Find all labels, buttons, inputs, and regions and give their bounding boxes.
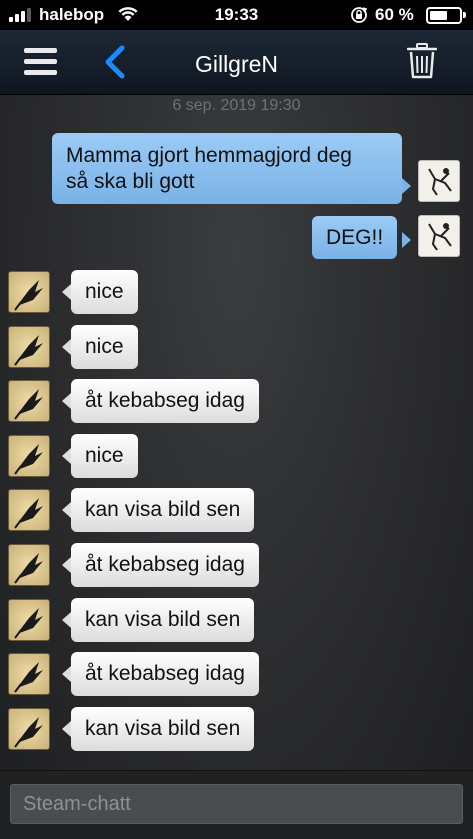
message-text: kan visa bild sen: [85, 717, 241, 740]
battery-percent: 60 %: [375, 5, 414, 24]
bubble-tail: [62, 557, 71, 573]
avatar-bird-icon: [14, 553, 43, 584]
message-text: åt kebabseg idag: [85, 389, 245, 412]
contact-avatar[interactable]: [8, 708, 50, 750]
incoming-message[interactable]: åt kebabseg idag: [71, 543, 259, 587]
outgoing-message[interactable]: Mamma gjort hemmagjord deg så ska bli go…: [52, 133, 402, 204]
avatar-bird-icon: [14, 280, 43, 311]
contact-avatar[interactable]: [8, 489, 50, 531]
bubble-tail: [62, 393, 71, 409]
message-text: kan visa bild sen: [85, 608, 241, 631]
incoming-message[interactable]: kan visa bild sen: [71, 707, 255, 751]
incoming-message[interactable]: åt kebabseg idag: [71, 652, 259, 696]
incoming-message[interactable]: nice: [71, 270, 138, 314]
message-text: nice: [85, 335, 124, 358]
avatar-bird-icon: [14, 662, 43, 693]
rotation-lock-icon: [351, 7, 368, 23]
bubble-tail: [402, 178, 411, 194]
message-text: kan visa bild sen: [85, 498, 241, 521]
contact-avatar[interactable]: [8, 380, 50, 422]
trash-icon[interactable]: [407, 43, 437, 79]
incoming-message[interactable]: nice: [71, 434, 138, 478]
contact-avatar[interactable]: [8, 326, 50, 368]
bubble-tail: [62, 339, 71, 355]
message-text: åt kebabseg idag: [85, 662, 245, 685]
contact-avatar[interactable]: [8, 435, 50, 477]
battery-level: [430, 11, 447, 20]
contact-avatar[interactable]: [8, 599, 50, 641]
battery-icon: [426, 7, 462, 24]
my-avatar[interactable]: [418, 160, 460, 202]
bubble-tail: [402, 232, 411, 248]
contact-avatar[interactable]: [8, 271, 50, 313]
bubble-tail: [62, 721, 71, 737]
contact-avatar[interactable]: [8, 544, 50, 586]
bubble-tail: [62, 666, 71, 682]
message-text: nice: [85, 280, 124, 303]
bubble-tail: [62, 284, 71, 300]
avatar-bird-icon: [14, 444, 43, 475]
incoming-message[interactable]: kan visa bild sen: [71, 488, 255, 532]
incoming-message[interactable]: kan visa bild sen: [71, 598, 255, 642]
contact-avatar[interactable]: [8, 653, 50, 695]
avatar-silhouette-icon: [428, 223, 452, 251]
avatar-bird-icon: [14, 608, 43, 639]
chat-title: GillgreN: [194, 51, 279, 77]
avatar-bird-icon: [14, 498, 43, 529]
battery-tip: [463, 12, 466, 18]
bubble-tail: [62, 612, 71, 628]
avatar-bird-icon: [14, 335, 43, 366]
nav-bar: GillgreN: [0, 30, 473, 95]
input-bar: [0, 770, 473, 839]
message-text-line: så ska bli gott: [66, 170, 195, 193]
message-text: DEG!!: [326, 226, 384, 249]
screen: halebop 19:33 60 % GillgreN 6 sep. 2019 …: [0, 0, 473, 839]
incoming-message[interactable]: åt kebabseg idag: [71, 379, 259, 423]
avatar-bird-icon: [14, 389, 43, 420]
incoming-message[interactable]: nice: [71, 325, 138, 369]
bubble-tail: [62, 502, 71, 518]
avatar-silhouette-icon: [428, 168, 452, 196]
status-bar: halebop 19:33 60 %: [0, 0, 473, 30]
my-avatar[interactable]: [418, 215, 460, 257]
message-text: åt kebabseg idag: [85, 553, 245, 576]
message-timestamp: 6 sep. 2019 19:30: [172, 97, 301, 114]
bubble-tail: [62, 448, 71, 464]
message-text: nice: [85, 444, 124, 467]
message-text-line: Mamma gjort hemmagjord deg: [66, 144, 352, 167]
avatar-bird-icon: [14, 717, 43, 748]
outgoing-message[interactable]: DEG!!: [312, 216, 398, 259]
chat-input[interactable]: [10, 784, 463, 824]
